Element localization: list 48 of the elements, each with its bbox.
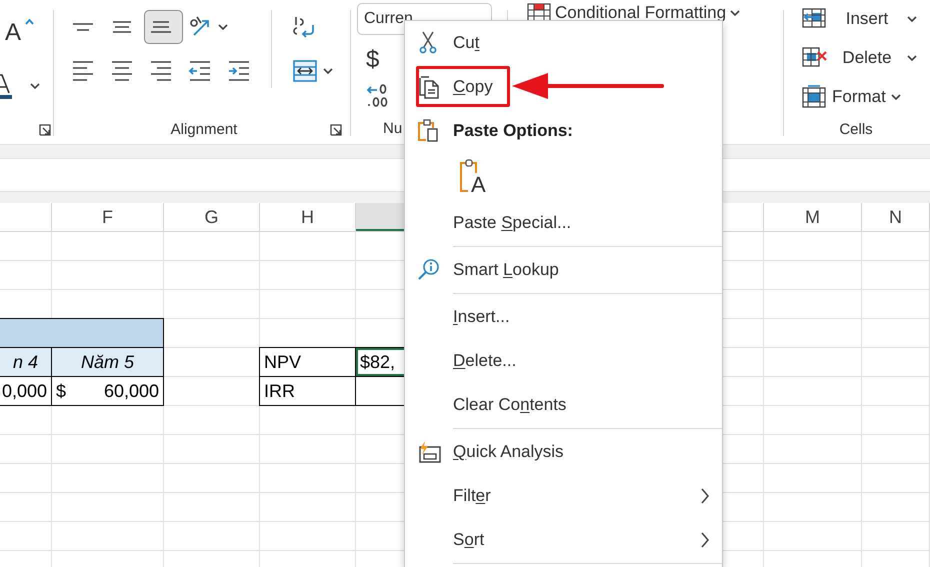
- merge-cells-icon: [291, 57, 319, 85]
- menu-item[interactable]: Smart Lookup: [405, 248, 722, 292]
- insert-cells-icon: [801, 7, 827, 30]
- table-cell: n 4: [0, 347, 52, 377]
- lightning-table-icon: [417, 440, 441, 464]
- caret-icon: [730, 9, 740, 17]
- group-label: Cells: [839, 120, 873, 138]
- caret-icon: [907, 14, 917, 22]
- menu-item[interactable]: Clear Contents: [405, 383, 722, 427]
- column-header[interactable]: N: [862, 203, 930, 231]
- align-bottom-button[interactable]: [144, 10, 183, 44]
- menu-item[interactable]: Insert...: [405, 295, 722, 339]
- dialog-launcher-icon[interactable]: [330, 124, 342, 136]
- align-middle-icon: [112, 21, 132, 33]
- menu-item[interactable]: Filter: [405, 474, 722, 518]
- group-label: Alignment: [170, 120, 238, 138]
- table-cell: NPV: [259, 347, 356, 377]
- table-cell: $ 60,000: [51, 376, 164, 406]
- table-cell: IRR: [259, 376, 356, 406]
- column-header[interactable]: F: [52, 203, 164, 231]
- align-top-icon: [72, 22, 94, 32]
- delete-cells-button[interactable]: Delete: [800, 45, 930, 70]
- caret-icon: [890, 92, 901, 100]
- copy-icon: [417, 75, 441, 99]
- menu-item[interactable]: Copy: [405, 65, 722, 109]
- group-label: Nu: [383, 120, 402, 138]
- chevron-icon[interactable]: [30, 82, 40, 90]
- section-heading: Paste Options:: [453, 121, 574, 141]
- caret-icon: [25, 19, 34, 25]
- table-cell: Năm 5: [51, 347, 164, 377]
- format-cells-icon: [801, 85, 827, 108]
- insert-cells-button[interactable]: Insert: [800, 6, 930, 31]
- currency-button[interactable]: $: [357, 44, 388, 75]
- format-cells-button[interactable]: Format: [800, 84, 930, 109]
- caret-icon: [907, 54, 917, 62]
- column-header[interactable]: M: [764, 203, 862, 231]
- paste-option-button[interactable]: A: [459, 159, 493, 195]
- menu-item[interactable]: Sort: [405, 518, 722, 562]
- dialog-launcher-icon[interactable]: [39, 124, 51, 136]
- decrease-decimal-icon: [366, 83, 388, 110]
- align-bottom-icon: [150, 21, 172, 33]
- menu-item[interactable]: Quick Analysis: [405, 430, 722, 474]
- column-header[interactable]: G: [164, 203, 260, 231]
- menu-item[interactable]: Paste Special...: [405, 201, 722, 245]
- grow-font-button[interactable]: A: [4, 18, 35, 48]
- magnifier-icon: [417, 258, 441, 282]
- font-color-icon[interactable]: [0, 73, 12, 99]
- delete-cells-icon: [801, 46, 827, 69]
